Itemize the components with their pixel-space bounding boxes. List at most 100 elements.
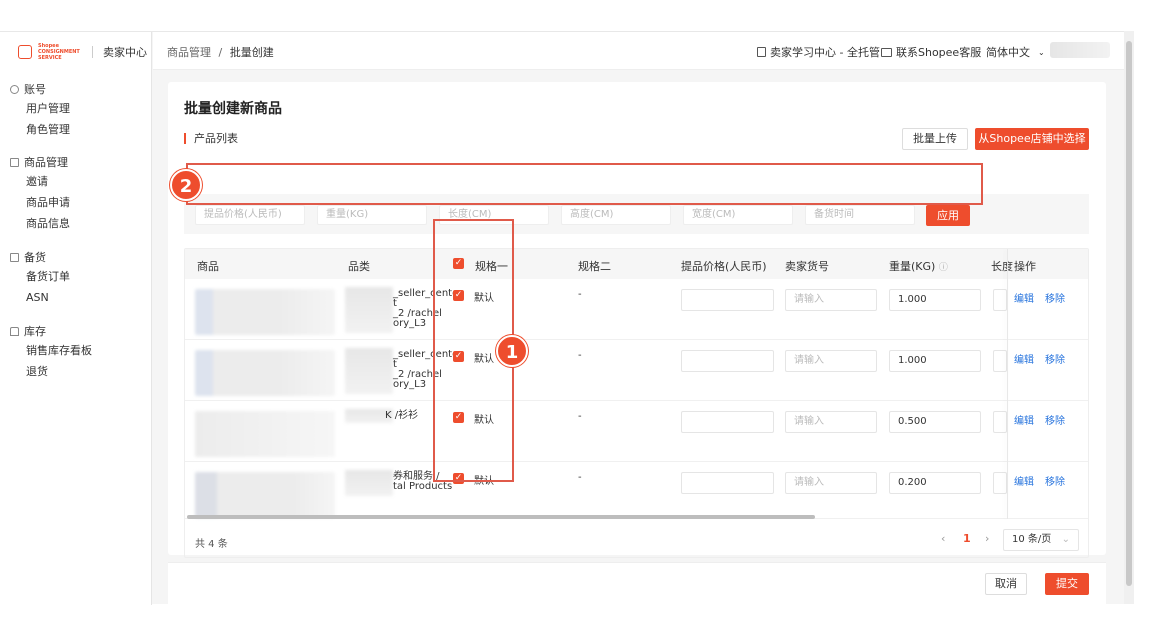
language-selector[interactable]: 简体中文 ⌄ (986, 44, 1045, 60)
top-bar: 商品管理 / 批量创建 卖家学习中心 - 全托管 联系Shopee客服 简体中文… (153, 32, 1134, 70)
logo[interactable]: Shopee CONSIGNMENT SERVICE 卖家中心 (18, 42, 147, 62)
horizontal-scrollbar[interactable] (187, 515, 815, 519)
seller-sku-input[interactable]: 请输入 (785, 472, 877, 494)
column-category: 品类 (348, 260, 370, 273)
spec2-value: - (578, 350, 582, 361)
page-size-label: 10 条/页 (1012, 534, 1052, 545)
table-row: _seller_center t _2 /rachel ory_L3 ✓ 默认 … (185, 340, 1088, 401)
table-row: _seller_center t _2 /rachel ory_L3 ✓ 默认 … (185, 279, 1088, 340)
length-input[interactable] (993, 472, 1007, 494)
spec2-value: - (578, 289, 582, 300)
nav-head-stock[interactable]: 备货 (24, 249, 46, 265)
breadcrumb-product-management[interactable]: 商品管理 (167, 46, 211, 59)
sidebar-item-role-management[interactable]: 角色管理 (10, 119, 70, 140)
remove-link[interactable]: 移除 (1045, 473, 1065, 488)
weight-input[interactable]: 0.500 (889, 411, 981, 433)
app-window: Shopee CONSIGNMENT SERVICE 卖家中心 账号 用户管理 … (0, 31, 1134, 605)
column-actions: 操作 (1014, 260, 1036, 273)
select-from-shop-button[interactable]: 从Shopee店铺中选择 (975, 128, 1089, 150)
remove-link[interactable]: 移除 (1045, 412, 1065, 427)
table-header: 商品 品类 ✓ 规格一 规格二 提品价格(人民币) 卖家货号 重量(KG) ⓘ … (185, 249, 1088, 279)
page-title: 批量创建新商品 (184, 101, 282, 117)
nav-group-product: 商品管理 邀请 商品申请 商品信息 (10, 153, 70, 234)
weight-input[interactable]: 1.000 (889, 289, 981, 311)
breadcrumb: 商品管理 / 批量创建 (167, 44, 274, 60)
bulk-lead-time-input[interactable]: 备货时间 (805, 205, 915, 225)
product-thumbnail-blurred (195, 411, 335, 457)
bulk-width-input[interactable]: 宽度(CM) (683, 205, 793, 225)
language-label: 简体中文 (986, 46, 1030, 59)
column-price: 提品价格(人民币) (681, 260, 767, 273)
edit-link[interactable]: 编辑 (1014, 473, 1034, 488)
sidebar-item-invite[interactable]: 邀请 (10, 171, 70, 192)
bulk-height-input[interactable]: 高度(CM) (561, 205, 671, 225)
seller-sku-input[interactable]: 请输入 (785, 289, 877, 311)
learning-center-link[interactable]: 卖家学习中心 - 全托管 (757, 44, 880, 60)
vertical-scrollbar-thumb[interactable] (1126, 41, 1132, 586)
sidebar-item-product-application[interactable]: 商品申请 (10, 192, 70, 213)
edit-link[interactable]: 编辑 (1014, 351, 1034, 366)
apply-button[interactable]: 应用 (926, 205, 970, 226)
clipboard-icon (10, 252, 19, 262)
category-blurred (345, 348, 393, 394)
column-length: 长度 (991, 260, 1013, 273)
submit-button[interactable]: 提交 (1045, 573, 1089, 595)
price-input[interactable] (681, 289, 774, 311)
help-icon[interactable]: ⓘ (939, 263, 948, 273)
column-seller-sku: 卖家货号 (785, 260, 829, 273)
chat-icon (881, 47, 892, 57)
chevron-down-icon: ⌄ (1061, 534, 1070, 545)
prev-page-icon[interactable]: ‹ (941, 532, 945, 545)
category-blurred (345, 287, 393, 333)
chevron-down-icon: ⌄ (1038, 47, 1045, 57)
sidebar-item-returns[interactable]: 退货 (10, 361, 92, 382)
user-avatar-blurred[interactable] (1050, 42, 1110, 58)
annotation-badge-1: 1 (496, 335, 528, 367)
length-input[interactable] (993, 289, 1007, 311)
length-input[interactable] (993, 411, 1007, 433)
remove-link[interactable]: 移除 (1045, 351, 1065, 366)
contact-support-label: 联系Shopee客服 (896, 46, 982, 59)
vertical-scrollbar[interactable] (1124, 31, 1134, 604)
table-row: K /衫衫 ✓ 默认 - 请输入 0.500 编辑 移除 (185, 401, 1088, 462)
price-input[interactable] (681, 411, 774, 433)
main-card: 批量创建新商品 产品列表 批量上传 从Shopee店铺中选择 提品价格(人民币)… (168, 82, 1106, 558)
account-icon (10, 84, 19, 94)
length-input[interactable] (993, 350, 1007, 372)
sidebar-item-asn[interactable]: ASN (10, 287, 70, 308)
edit-link[interactable]: 编辑 (1014, 290, 1034, 305)
weight-input[interactable]: 1.000 (889, 350, 981, 372)
sidebar-item-product-info[interactable]: 商品信息 (10, 213, 70, 234)
seller-sku-input[interactable]: 请输入 (785, 411, 877, 433)
edit-link[interactable]: 编辑 (1014, 412, 1034, 427)
weight-input[interactable]: 0.200 (889, 472, 981, 494)
nav-group-stock: 备货 备货订单 ASN (10, 248, 70, 308)
page-number[interactable]: 1 (963, 532, 971, 545)
nav-head-product[interactable]: 商品管理 (24, 154, 68, 170)
table-row: 券和服务 / tal Products ✓ 默认 - 请输入 0.200 编辑 … (185, 462, 1088, 519)
column-product: 商品 (197, 260, 219, 273)
sidebar-item-sales-inventory-dashboard[interactable]: 销售库存看板 (10, 340, 92, 361)
price-input[interactable] (681, 350, 774, 372)
nav-head-account[interactable]: 账号 (24, 81, 46, 97)
sidebar-item-user-management[interactable]: 用户管理 (10, 98, 70, 119)
next-page-icon[interactable]: › (985, 532, 989, 545)
price-input[interactable] (681, 472, 774, 494)
page-size-select[interactable]: 10 条/页 ⌄ (1003, 529, 1079, 551)
nav-head-inventory[interactable]: 库存 (24, 323, 46, 339)
bulk-price-input[interactable]: 提品价格(人民币) (195, 205, 305, 225)
contact-support-link[interactable]: 联系Shopee客服 (881, 44, 981, 60)
logo-divider (92, 46, 93, 58)
product-table: 商品 品类 ✓ 规格一 规格二 提品价格(人民币) 卖家货号 重量(KG) ⓘ … (184, 248, 1089, 558)
book-icon (757, 47, 766, 57)
highlight-box-bulk-edit (186, 163, 983, 205)
learning-center-label: 卖家学习中心 - 全托管 (770, 46, 880, 59)
sidebar-item-stock-orders[interactable]: 备货订单 (10, 266, 70, 287)
seller-sku-input[interactable]: 请输入 (785, 350, 877, 372)
product-thumbnail-blurred (195, 350, 335, 396)
category-text: K /衫衫 (385, 410, 419, 421)
bulk-upload-button[interactable]: 批量上传 (902, 128, 968, 150)
cancel-button[interactable]: 取消 (985, 573, 1027, 595)
remove-link[interactable]: 移除 (1045, 290, 1065, 305)
bulk-weight-input[interactable]: 重量(KG) (317, 205, 427, 225)
